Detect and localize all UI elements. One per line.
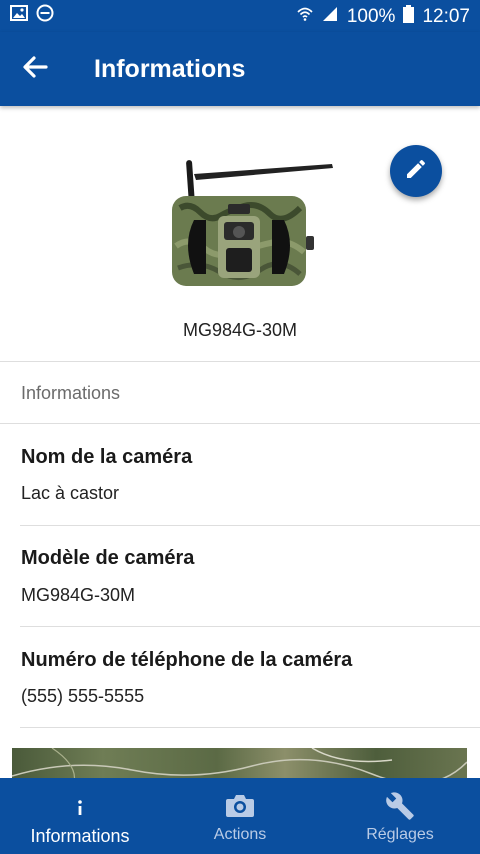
image-notification-icon — [10, 5, 28, 27]
camera-model-value: MG984G-30M — [21, 585, 136, 605]
info-icon — [75, 790, 85, 822]
nav-label: Informations — [30, 826, 130, 846]
nav-item-informations[interactable]: Informations — [0, 778, 160, 854]
camera-name-value: Lac à castor — [21, 483, 120, 503]
section-divider — [0, 361, 480, 362]
camera-icon — [225, 790, 255, 822]
camera-name-label: Nom de la caméra — [21, 446, 193, 468]
bottom-navigation: Informations Actions Réglages — [0, 778, 480, 854]
do-not-disturb-icon — [36, 4, 54, 28]
status-bar: 100% 12:07 — [0, 0, 480, 32]
camera-image — [160, 156, 340, 296]
camera-model-caption: MG984G-30M — [182, 320, 298, 340]
wrench-icon — [385, 790, 415, 822]
battery-icon — [403, 5, 415, 27]
nav-item-actions[interactable]: Actions — [160, 778, 320, 854]
nav-item-reglages[interactable]: Réglages — [320, 778, 480, 854]
camera-model-label: Modèle de caméra — [21, 547, 195, 569]
nav-label: Actions — [213, 826, 267, 843]
page-title: Informations — [94, 54, 246, 83]
camera-header: MG984G-30M — [0, 106, 480, 362]
field-divider — [20, 626, 480, 627]
signal-icon — [321, 6, 339, 26]
nav-label: Réglages — [366, 826, 434, 843]
battery-percent: 100% — [346, 5, 396, 27]
pencil-icon — [404, 157, 428, 186]
edit-button[interactable] — [390, 145, 442, 197]
section-divider — [0, 423, 480, 424]
arrow-back-icon — [22, 55, 48, 84]
field-divider — [20, 727, 480, 728]
app-bar: Informations — [0, 32, 480, 106]
section-header: Informations — [21, 383, 121, 403]
wifi-icon — [297, 6, 313, 26]
camera-phone-label: Numéro de téléphone de la caméra — [21, 649, 353, 671]
clock: 12:07 — [422, 5, 470, 27]
field-divider — [20, 525, 480, 526]
back-button[interactable] — [0, 32, 70, 106]
camera-phone-value: (555) 555-5555 — [21, 686, 145, 706]
